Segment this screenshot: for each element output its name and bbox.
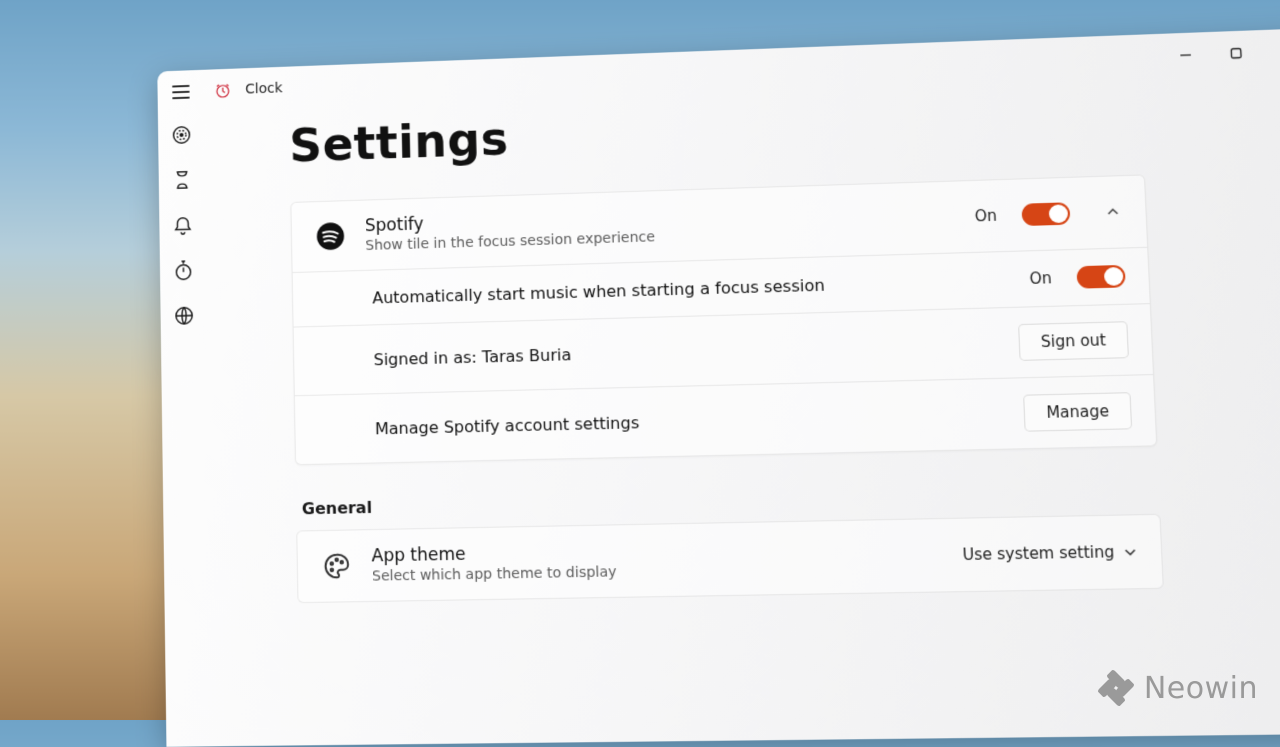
nav-stopwatch-icon[interactable] <box>172 258 196 282</box>
hamburger-menu-icon[interactable] <box>157 70 204 115</box>
spotify-settings-card: Spotify Show tile in the focus session e… <box>290 174 1157 465</box>
close-button[interactable] <box>1260 30 1280 72</box>
sign-out-button[interactable]: Sign out <box>1018 321 1129 361</box>
autostart-state: On <box>1029 269 1052 288</box>
app-window: Clock Settings <box>157 28 1280 747</box>
nav-timer-icon[interactable] <box>170 168 194 192</box>
clock-app-icon <box>214 81 232 99</box>
palette-icon <box>319 549 354 584</box>
general-section-header: General <box>302 478 1280 518</box>
spotify-toggle[interactable] <box>1021 202 1070 226</box>
autostart-label: Automatically start music when starting … <box>372 275 825 307</box>
maximize-button[interactable] <box>1210 32 1263 74</box>
minimize-button[interactable] <box>1159 34 1211 76</box>
app-title: Clock <box>245 81 283 98</box>
nav-alarm-icon[interactable] <box>171 213 195 237</box>
app-theme-row[interactable]: App theme Select which app theme to disp… <box>297 515 1163 602</box>
chevron-up-icon[interactable] <box>1103 203 1123 222</box>
spotify-toggle-state: On <box>974 207 997 226</box>
content-area: Settings Spotify Show tile in the focus … <box>205 73 1280 747</box>
app-theme-title: App theme <box>371 542 616 567</box>
manage-button[interactable]: Manage <box>1024 392 1133 432</box>
spotify-icon <box>313 219 347 254</box>
app-theme-card: App theme Select which app theme to disp… <box>296 514 1164 603</box>
nav-focus-sessions-icon[interactable] <box>170 123 194 147</box>
app-theme-dropdown[interactable]: Use system setting <box>962 542 1138 564</box>
app-theme-subtitle: Select which app theme to display <box>372 564 617 585</box>
nav-world-clock-icon[interactable] <box>172 304 196 328</box>
autostart-toggle[interactable] <box>1076 265 1125 289</box>
manage-account-label: Manage Spotify account settings <box>375 413 640 438</box>
signed-in-label: Signed in as: Taras Buria <box>373 345 571 369</box>
